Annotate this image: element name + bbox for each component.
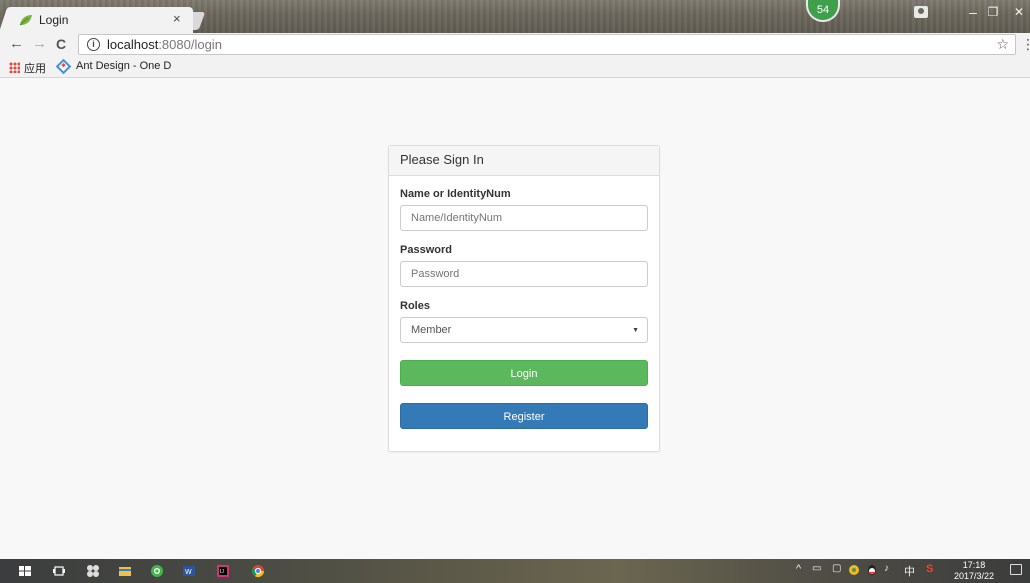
bookmarks-bar: 应用 Ant Design - One D xyxy=(0,57,1030,78)
qq-icon[interactable] xyxy=(866,564,878,576)
action-center-icon[interactable] xyxy=(1010,564,1022,575)
roles-label: Roles xyxy=(400,300,430,312)
tray-battery-icon[interactable]: ▭ xyxy=(812,563,821,574)
file-explorer-icon[interactable] xyxy=(118,564,132,578)
browser-menu-icon[interactable]: ⋮ xyxy=(1021,36,1030,53)
browser-toolbar: ← → C i localhost:8080/login ☆ xyxy=(0,33,1030,57)
bookmark-apps[interactable]: 应用 xyxy=(24,60,46,76)
tab-login[interactable]: Login × xyxy=(9,7,193,33)
panel-heading: Please Sign In xyxy=(389,146,659,176)
register-button[interactable]: Register xyxy=(400,403,648,429)
tray-expand-icon[interactable]: ^ xyxy=(796,563,801,575)
caret-down-icon: ▼ xyxy=(632,327,639,334)
tab-title: Login xyxy=(39,13,69,27)
taskbar-clock[interactable]: 17:18 2017/3/22 xyxy=(952,560,996,582)
password-label: Password xyxy=(400,244,452,256)
bookmark-star-icon[interactable]: ☆ xyxy=(996,36,1009,53)
back-arrow-icon[interactable]: ← xyxy=(9,36,24,52)
password-input[interactable] xyxy=(400,261,648,287)
svg-text:IJ: IJ xyxy=(220,569,224,575)
info-icon[interactable]: i xyxy=(87,38,100,51)
forward-arrow-icon[interactable]: → xyxy=(32,36,47,52)
bookmark-ant-design[interactable]: Ant Design - One D xyxy=(76,60,171,72)
chrome-icon[interactable] xyxy=(251,564,265,578)
close-window-button[interactable]: ✕ xyxy=(1004,0,1030,28)
roles-selected-value: Member xyxy=(411,324,452,336)
word-icon[interactable]: W xyxy=(182,564,196,578)
ant-design-icon xyxy=(55,58,72,75)
url-path: :8080/login xyxy=(158,37,222,52)
login-button[interactable]: Login xyxy=(400,360,648,386)
login-panel: Please Sign In Name or IdentityNum Passw… xyxy=(388,145,660,452)
app-s-icon[interactable] xyxy=(86,564,100,578)
reload-icon[interactable]: C xyxy=(56,36,66,52)
clock-date: 2017/3/22 xyxy=(953,571,995,581)
sogou-icon[interactable]: S xyxy=(926,563,933,575)
windows-start-icon[interactable] xyxy=(18,564,32,578)
url-text: localhost:8080/login xyxy=(107,37,222,52)
tab-close-icon[interactable]: × xyxy=(173,11,181,26)
address-bar[interactable]: i localhost:8080/login ☆ xyxy=(78,34,1016,55)
clock-time: 17:18 xyxy=(962,560,986,570)
task-view-icon[interactable] xyxy=(52,564,66,578)
svg-text:W: W xyxy=(185,569,192,576)
intellij-icon[interactable]: IJ xyxy=(216,564,230,578)
tray-network-icon[interactable]: ▢ xyxy=(832,563,841,574)
roles-select[interactable]: Member ▼ xyxy=(400,317,648,343)
leaf-icon xyxy=(19,15,32,26)
360-browser-icon[interactable] xyxy=(150,564,164,578)
tray-app-icon[interactable] xyxy=(848,564,860,576)
volume-icon[interactable]: ♪ xyxy=(884,563,889,574)
apps-grid-icon[interactable] xyxy=(9,62,20,73)
url-host: localhost xyxy=(107,37,159,52)
name-label: Name or IdentityNum xyxy=(400,188,511,200)
name-input[interactable] xyxy=(400,205,648,231)
ime-indicator[interactable]: 中 xyxy=(904,563,915,579)
windows-taskbar: W IJ ^ ▭ ▢ ♪ 中 S 17:18 2017/3/22 xyxy=(0,559,1030,583)
user-profile-icon[interactable] xyxy=(914,6,928,18)
